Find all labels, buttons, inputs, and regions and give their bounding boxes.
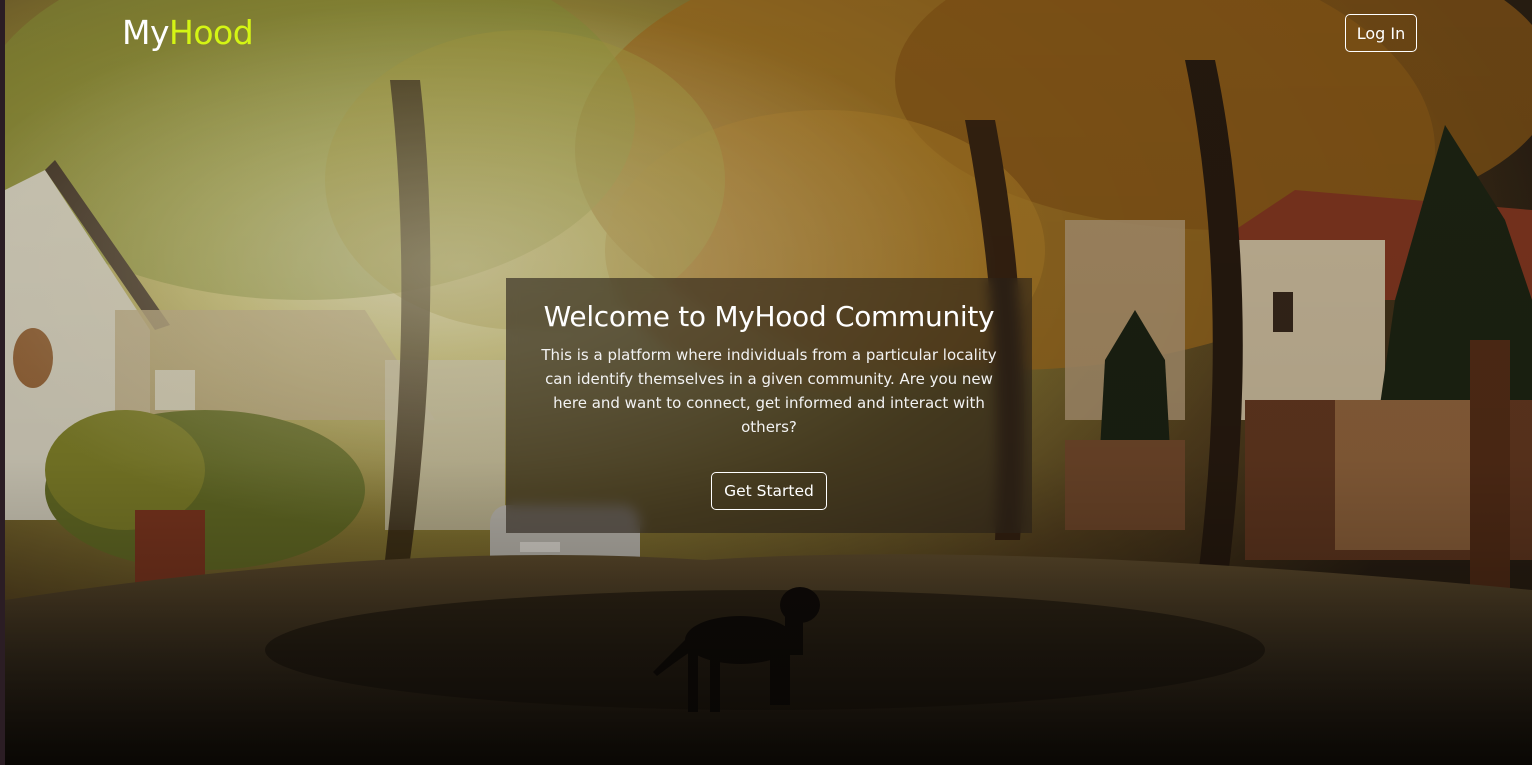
- welcome-title: Welcome to MyHood Community: [543, 300, 995, 333]
- logo-text-my: My: [122, 13, 170, 52]
- landing-page: MyHood Log In Welcome to MyHood Communit…: [0, 0, 1532, 765]
- welcome-description: This is a platform where individuals fro…: [541, 346, 997, 436]
- login-button[interactable]: Log In: [1345, 14, 1417, 52]
- logo-text-hood: Hood: [169, 13, 254, 52]
- welcome-card: Welcome to MyHood Community This is a pl…: [506, 278, 1032, 533]
- brand-logo[interactable]: MyHood: [122, 12, 254, 54]
- get-started-button[interactable]: Get Started: [711, 472, 827, 510]
